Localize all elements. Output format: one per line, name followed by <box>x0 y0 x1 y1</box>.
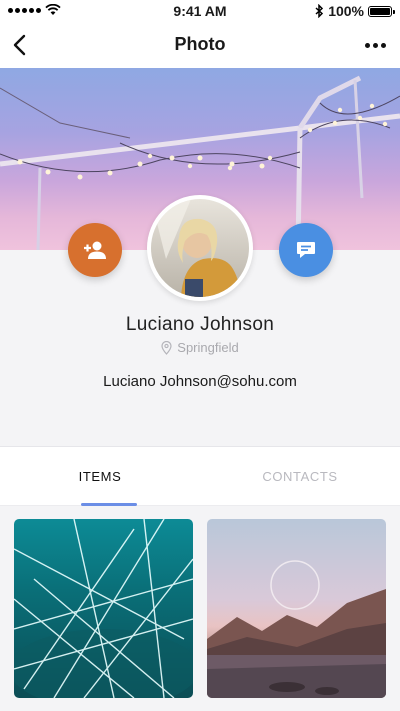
location-text: Springfield <box>177 340 239 355</box>
add-person-icon <box>84 241 106 259</box>
tab-contacts[interactable]: CONTACTS <box>200 447 400 506</box>
profile-location: Springfield <box>0 340 400 355</box>
location-pin-icon <box>161 340 172 355</box>
status-right: 100% <box>315 3 395 19</box>
profile-name: Luciano Johnson <box>125 314 275 335</box>
item-tile-laser[interactable] <box>14 519 193 698</box>
status-bar: 9:41 AM 100% <box>0 0 400 22</box>
nav-bar: Photo <box>0 22 400 68</box>
tab-items[interactable]: ITEMS <box>0 447 200 506</box>
item-tile-lake[interactable] <box>207 519 386 698</box>
avatar-image <box>151 199 249 297</box>
avatar[interactable] <box>147 195 253 301</box>
profile-email: Luciano Johnson@sohu.com <box>103 373 297 390</box>
tab-bar: ITEMS CONTACTS <box>0 446 400 506</box>
battery-fill <box>370 7 390 15</box>
more-horizontal-icon <box>364 42 370 48</box>
chat-bubble-icon <box>297 242 315 258</box>
bluetooth-icon <box>315 4 324 18</box>
page-title: Photo <box>174 34 226 54</box>
more-button[interactable] <box>360 31 390 59</box>
battery-percentage: 100% <box>328 3 364 19</box>
items-grid <box>0 506 400 711</box>
message-button[interactable] <box>279 223 333 277</box>
add-contact-button[interactable] <box>68 223 122 277</box>
battery-icon <box>368 5 395 17</box>
